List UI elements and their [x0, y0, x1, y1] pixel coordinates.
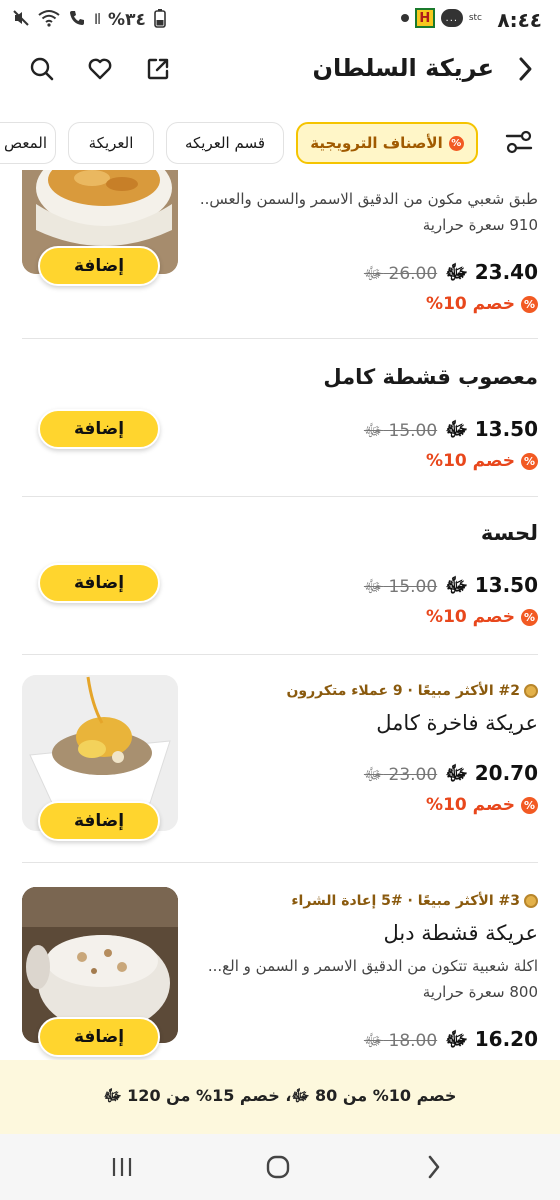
item-calories: 800 سعرة حرارية: [422, 983, 538, 1001]
chip-masoob[interactable]: المعص: [0, 122, 56, 164]
recents-icon: [112, 1158, 132, 1176]
item-name: عريكة قشطة دبل: [383, 921, 538, 945]
award-icon: [524, 684, 538, 698]
menu-item[interactable]: إضافة #3 الأكثر مبيعًا · #5 إعادة الشراء…: [0, 863, 560, 1060]
current-price: 13.50 ﷻ: [445, 417, 538, 441]
system-nav-bar: [0, 1134, 560, 1200]
carrier-label: stc: [468, 13, 482, 23]
chat-icon: ...: [440, 9, 463, 27]
chip-label: قسم العريكه: [184, 134, 266, 152]
price-row: 13.50 ﷻ 15.00 ﷻ: [364, 417, 538, 446]
current-price: 23.40 ﷻ: [445, 260, 538, 284]
current-price: 16.20 ﷻ: [445, 1027, 538, 1051]
discount-label: % خصم 10%: [426, 451, 538, 471]
home-icon: [266, 1155, 290, 1179]
original-price: 15.00 ﷻ: [363, 421, 438, 441]
notification-dot-icon: [400, 14, 409, 22]
offer-icon: %: [521, 452, 538, 470]
price-row: 16.20 ﷻ 18.00 ﷻ: [364, 1027, 538, 1056]
add-button[interactable]: إضافة: [38, 563, 160, 603]
original-price: 15.00 ﷻ: [363, 577, 438, 597]
mute-icon: [12, 9, 30, 31]
item-name: معصوب قشطة كامل: [323, 365, 538, 389]
original-price: 23.00 ﷻ: [363, 765, 438, 785]
menu-item[interactable]: إضافة طبق شعبي مكون من الدقيق الاسمر وال…: [0, 170, 560, 338]
header: عريكة السلطان: [0, 40, 560, 100]
call-icon: [68, 9, 86, 31]
battery-icon: [154, 8, 166, 32]
status-time: ٨:٤٤: [497, 8, 542, 32]
add-button[interactable]: إضافة: [38, 246, 160, 286]
price-row: 13.50 ﷻ 15.00 ﷻ: [364, 573, 538, 602]
chip-promotional[interactable]: % الأصناف الترويجية: [296, 122, 478, 164]
category-bar: % الأصناف الترويجية قسم العريكه العريكة …: [0, 120, 560, 166]
back-button[interactable]: [514, 54, 538, 84]
award-icon: [524, 894, 538, 908]
chip-areeka-section[interactable]: قسم العريكه: [166, 122, 284, 164]
discount-label: % خصم 10%: [426, 607, 538, 627]
share-button[interactable]: [138, 49, 178, 89]
wifi-icon: [38, 9, 60, 31]
add-button[interactable]: إضافة: [38, 409, 160, 449]
original-price: 26.00 ﷻ: [363, 264, 438, 284]
page-title: عريكة السلطان: [312, 54, 494, 82]
bestseller-badge: #2 الأكثر مبيعًا · 9 عملاء متكررون: [286, 683, 538, 699]
add-button[interactable]: إضافة: [38, 801, 160, 841]
current-price: 20.70 ﷻ: [445, 761, 538, 785]
chevron-right-icon: [519, 57, 532, 81]
price-row: 20.70 ﷻ 23.00 ﷻ: [364, 761, 538, 790]
chevron-right-icon: [428, 1155, 440, 1179]
back-nav-button[interactable]: [414, 1150, 454, 1184]
price-row: 23.40 ﷻ 26.00 ﷻ: [364, 260, 538, 289]
filter-button[interactable]: [500, 122, 538, 162]
status-left-icons: Il %٣٤: [12, 8, 166, 32]
status-right-icons: H ... stc: [400, 8, 482, 28]
bestseller-badge: #3 الأكثر مبيعًا · #5 إعادة الشراء: [291, 893, 538, 909]
recents-button[interactable]: [102, 1150, 142, 1184]
add-button[interactable]: إضافة: [38, 1017, 160, 1057]
offer-icon: %: [521, 608, 538, 626]
menu-item[interactable]: إضافة #2 الأكثر مبيعًا · 9 عملاء متكررون…: [0, 655, 560, 863]
signal-icon: Il: [94, 12, 101, 28]
status-bar: Il %٣٤ H ... stc ٨:٤٤: [0, 0, 560, 40]
offer-icon: %: [521, 796, 538, 814]
share-icon: [147, 58, 169, 80]
discount-label: % خصم 10%: [426, 795, 538, 815]
menu-item[interactable]: لحسة إضافة 13.50 ﷻ 15.00 ﷻ % خصم 10%: [0, 497, 560, 655]
item-name: عريكة فاخرة كامل: [376, 711, 538, 735]
menu-item[interactable]: معصوب قشطة كامل إضافة 13.50 ﷻ 15.00 ﷻ % …: [0, 339, 560, 497]
heart-icon: [88, 58, 112, 80]
chip-areeka[interactable]: العريكة: [68, 122, 154, 164]
app-h-icon: H: [414, 8, 435, 28]
battery-level: %٣٤: [108, 10, 146, 30]
chip-label: المعص: [3, 134, 47, 152]
search-button[interactable]: [22, 49, 62, 89]
chip-label: العريكة: [88, 134, 134, 152]
favorite-button[interactable]: [80, 49, 120, 89]
current-price: 13.50 ﷻ: [445, 573, 538, 597]
original-price: 18.00 ﷻ: [363, 1031, 438, 1051]
search-icon: [30, 57, 54, 81]
discount-label: % خصم 10%: [426, 294, 538, 314]
home-button[interactable]: [258, 1150, 298, 1184]
promo-text: خصم 10% من 80 ﷻ، خصم 15% من 120 ﷻ: [103, 1085, 457, 1105]
promo-banner[interactable]: خصم 10% من 80 ﷻ، خصم 15% من 120 ﷻ: [0, 1060, 560, 1134]
filter-icon: [505, 130, 533, 154]
offer-icon: %: [448, 135, 464, 151]
item-calories: 910 سعرة حرارية: [422, 216, 538, 234]
item-description: طبق شعبي مكون من الدقيق الاسمر والسمن وا…: [199, 190, 538, 208]
item-description: اكلة شعبية تتكون من الدقيق الاسمر و السم…: [207, 957, 538, 975]
item-name: لحسة: [480, 521, 538, 545]
offer-icon: %: [521, 295, 538, 313]
chip-label: الأصناف الترويجية: [310, 134, 443, 152]
